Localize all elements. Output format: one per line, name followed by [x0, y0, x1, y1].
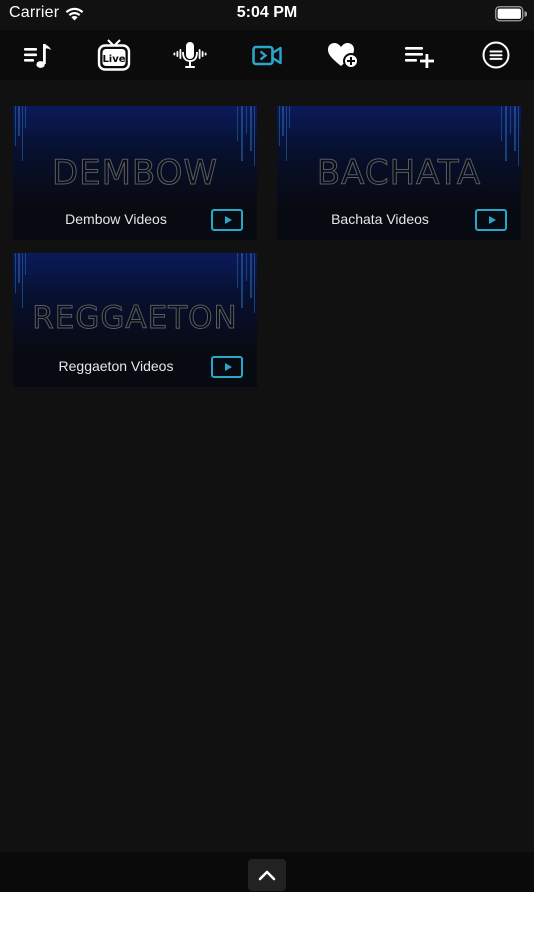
- play-button[interactable]: [475, 209, 507, 231]
- card-title: Dembow Videos: [65, 211, 167, 227]
- card-title: Reggaeton Videos: [58, 358, 174, 374]
- play-button[interactable]: [211, 356, 243, 378]
- menu-button[interactable]: [476, 35, 516, 75]
- status-bar: Carrier 5:04 PM: [0, 0, 534, 30]
- category-card-dembow[interactable]: DEMBOW Dembow Videos: [13, 106, 257, 240]
- add-to-playlist-button[interactable]: [399, 35, 439, 75]
- video-camera-icon: [252, 45, 282, 66]
- top-toolbar: Live: [0, 30, 534, 80]
- videos-button[interactable]: [247, 35, 287, 75]
- podcast-mic-icon: [173, 42, 207, 68]
- chevron-up-icon: [258, 870, 276, 881]
- music-list-icon: [24, 44, 51, 68]
- card-title: Bachata Videos: [331, 211, 429, 227]
- heart-plus-icon: [328, 43, 359, 69]
- play-icon: [224, 363, 232, 371]
- category-card-reggaeton[interactable]: REGGAETON Reggaeton Videos: [13, 253, 257, 387]
- app-screen: Carrier 5:04 PM Live DEMBOW Dembow Video…: [0, 0, 534, 892]
- favorites-button[interactable]: [323, 35, 363, 75]
- card-art-word: DEMBOW: [51, 153, 219, 194]
- category-card-bachata[interactable]: BACHATA Bachata Videos: [277, 106, 521, 240]
- bottom-bar: [0, 852, 534, 892]
- clock: 5:04 PM: [236, 4, 298, 21]
- live-tv-label: Live: [102, 54, 125, 65]
- playlist-add-icon: [405, 47, 434, 68]
- play-button[interactable]: [211, 209, 243, 231]
- play-icon: [224, 216, 232, 224]
- podcast-button[interactable]: [170, 35, 210, 75]
- live-tv-icon: Live: [97, 39, 131, 71]
- music-list-button[interactable]: [18, 35, 58, 75]
- scroll-up-button[interactable]: [248, 859, 286, 891]
- card-art-word: REGGAETON: [32, 300, 238, 337]
- card-art-word: BACHATA: [316, 153, 482, 194]
- play-icon: [488, 216, 496, 224]
- battery-icon: [495, 6, 527, 22]
- live-tv-button[interactable]: Live: [94, 35, 134, 75]
- menu-circle-icon: [482, 41, 510, 69]
